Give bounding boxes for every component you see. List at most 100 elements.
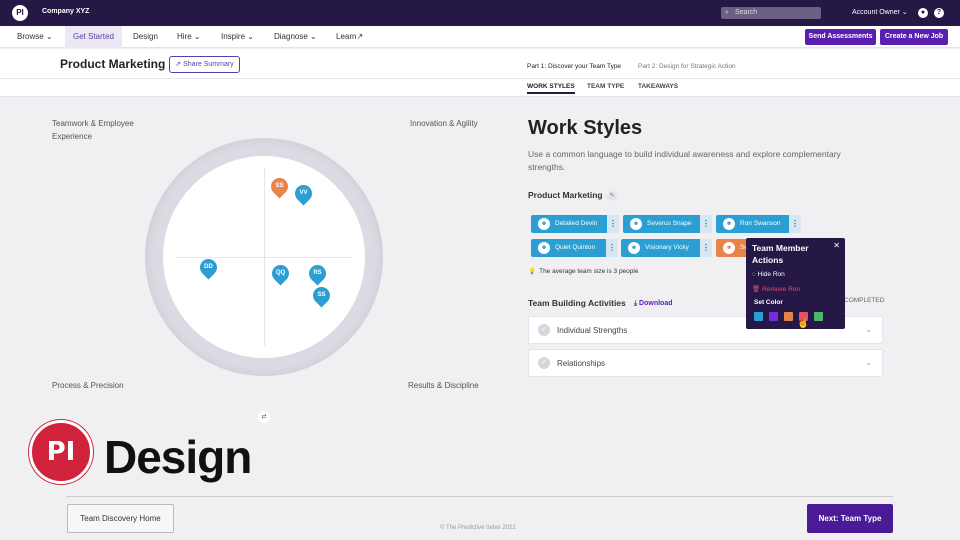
send-assessments-button[interactable]: Send Assessments (805, 29, 876, 45)
color-swatch[interactable] (754, 312, 763, 321)
accordion-relationships[interactable]: ✓ Relationships ⌄ (528, 349, 883, 377)
top-bar: PI Company XYZ ⌕ Search Account Owner ⌄ … (0, 0, 960, 26)
nav-label: Design (133, 32, 158, 41)
account-menu[interactable]: Account Owner ⌄ (852, 8, 908, 16)
color-swatch[interactable] (814, 312, 823, 321)
remove-member-action[interactable]: 🗑 Remove Ron (752, 285, 800, 293)
close-icon[interactable]: ✕ (833, 241, 840, 250)
check-icon: ✓ (538, 357, 550, 369)
main-nav: Browse ⌄ Get Started Design Hire ⌄ Inspi… (0, 26, 960, 48)
member-name: Detailed Devin (555, 220, 598, 227)
kebab-menu-icon[interactable]: ⋮ (789, 215, 801, 233)
kebab-menu-icon[interactable]: ⋮ (700, 239, 712, 257)
member-pin[interactable]: SS (267, 174, 292, 199)
share-icon: ⇗ (175, 61, 184, 68)
next-team-type-button[interactable]: Next: Team Type (807, 504, 893, 533)
trash-icon: 🗑 (752, 286, 763, 293)
profile-icon: ☻ (538, 218, 550, 230)
nav-hire[interactable]: Hire ⌄ (169, 26, 209, 48)
member-chip[interactable]: ☻ Ron Swanson ⋮ (716, 215, 801, 233)
external-link-icon: ↗ (356, 32, 364, 41)
nav-label: Inspire (221, 32, 246, 41)
notification-icon[interactable]: ● (918, 8, 928, 18)
help-icon[interactable]: ? (934, 8, 944, 18)
tab-team-type[interactable]: TEAM TYPE (587, 83, 624, 90)
chevron-down-icon: ⌄ (247, 32, 254, 41)
step-part2[interactable]: Part 2: Design for Strategic Action (638, 63, 736, 70)
member-chip[interactable]: ☻ Se (716, 239, 748, 257)
member-name: Ron Swanson (740, 220, 781, 227)
team-discovery-home-button[interactable]: Team Discovery Home (67, 504, 174, 533)
popup-title: Team Member Actions (752, 243, 809, 265)
share-label: Share Summary (183, 61, 234, 68)
tab-takeaways[interactable]: TAKEAWAYS (638, 83, 678, 90)
avg-team-text: The average team size is 3 people (539, 268, 639, 275)
nav-learn[interactable]: Learn↗ (328, 26, 371, 48)
color-swatch[interactable] (769, 312, 778, 321)
team-member-actions-popup: Team Member Actions ✕ ◌ Hide Ron 🗑 Remov… (746, 238, 845, 329)
member-pin[interactable]: QQ (268, 261, 293, 286)
member-chip[interactable]: ☻ Visionary Vicky ⋮ (621, 239, 712, 257)
member-chip[interactable]: ☻ Quiet Quinton ⋮ (531, 239, 618, 257)
download-link[interactable]: ⤓ Download (634, 300, 673, 308)
member-pin[interactable]: SS (309, 283, 334, 308)
search-placeholder: Search (735, 9, 758, 16)
pin-initials: DD (204, 264, 213, 270)
profile-icon: ☻ (628, 242, 640, 254)
nav-design[interactable]: Design (125, 26, 166, 48)
search-input[interactable]: ⌕ Search (721, 7, 821, 19)
member-name: Severus Snape (647, 220, 692, 227)
chevron-down-icon: ⌄ (865, 325, 872, 334)
nav-get-started[interactable]: Get Started (65, 26, 122, 48)
axis-vertical (264, 168, 265, 346)
expand-icon[interactable]: ⇄ (258, 411, 270, 423)
remove-label: Remove Ron (762, 286, 800, 293)
hide-label: Hide Ron (757, 271, 785, 278)
profile-icon: ☻ (723, 242, 735, 254)
nav-diagnose[interactable]: Diagnose ⌄ (266, 26, 325, 48)
pointer-cursor-icon: ☝ (797, 318, 810, 329)
account-label: Account Owner (852, 9, 900, 16)
member-pin[interactable]: VV (291, 181, 316, 206)
step-part1[interactable]: Part 1: Discover your Team Type (527, 63, 621, 70)
company-name[interactable]: Company XYZ (42, 8, 89, 15)
member-chip[interactable]: ☻ Severus Snape ⋮ (623, 215, 712, 233)
color-swatch[interactable] (784, 312, 793, 321)
chevron-down-icon: ⌄ (865, 358, 872, 367)
member-name: Visionary Vicky (645, 244, 689, 251)
nav-inspire[interactable]: Inspire ⌄ (213, 26, 262, 48)
member-pin[interactable]: RS (305, 261, 330, 286)
footer-divider (66, 496, 893, 497)
section-heading: Work Styles (528, 117, 643, 139)
pi-design-logo: PI (29, 420, 93, 484)
chevron-down-icon: ⌄ (901, 9, 908, 16)
profile-icon: ☻ (723, 218, 735, 230)
accordion-label: Relationships (557, 359, 606, 368)
tab-work-styles[interactable]: WORK STYLES (527, 83, 575, 94)
nav-label: Hire (177, 32, 192, 41)
edit-icon[interactable]: ✎ (607, 191, 617, 201)
pin-initials: QQ (275, 270, 286, 276)
kebab-menu-icon[interactable]: ⋮ (607, 215, 619, 233)
copyright: © The Predictive Index 2022 (440, 525, 516, 531)
nav-label: Diagnose (274, 32, 308, 41)
kebab-menu-icon[interactable]: ⋮ (700, 215, 712, 233)
completed-label: COMPLETED (844, 297, 885, 304)
share-summary-button[interactable]: ⇗ Share Summary (169, 56, 240, 73)
download-label: Download (639, 300, 673, 307)
team-building-heading: Team Building Activities (528, 298, 626, 308)
pi-logo-icon[interactable]: PI (12, 5, 28, 21)
hide-member-action[interactable]: ◌ Hide Ron (752, 271, 785, 278)
search-icon: ⌕ (725, 9, 729, 16)
create-job-button[interactable]: Create a New Job (880, 29, 948, 45)
member-pin[interactable]: DD (196, 255, 221, 280)
pin-initials: RS (313, 270, 322, 276)
nav-label: Browse (17, 32, 44, 41)
kebab-menu-icon[interactable]: ⋮ (606, 239, 618, 257)
accordion-label: Individual Strengths (557, 326, 628, 335)
chevron-down-icon: ⌄ (310, 32, 317, 41)
quadrant-label-tl: Teamwork & Employee Experience (52, 119, 134, 141)
member-chip[interactable]: ☻ Detailed Devin ⋮ (531, 215, 619, 233)
nav-label: Get Started (73, 32, 114, 41)
nav-browse[interactable]: Browse ⌄ (9, 26, 61, 48)
